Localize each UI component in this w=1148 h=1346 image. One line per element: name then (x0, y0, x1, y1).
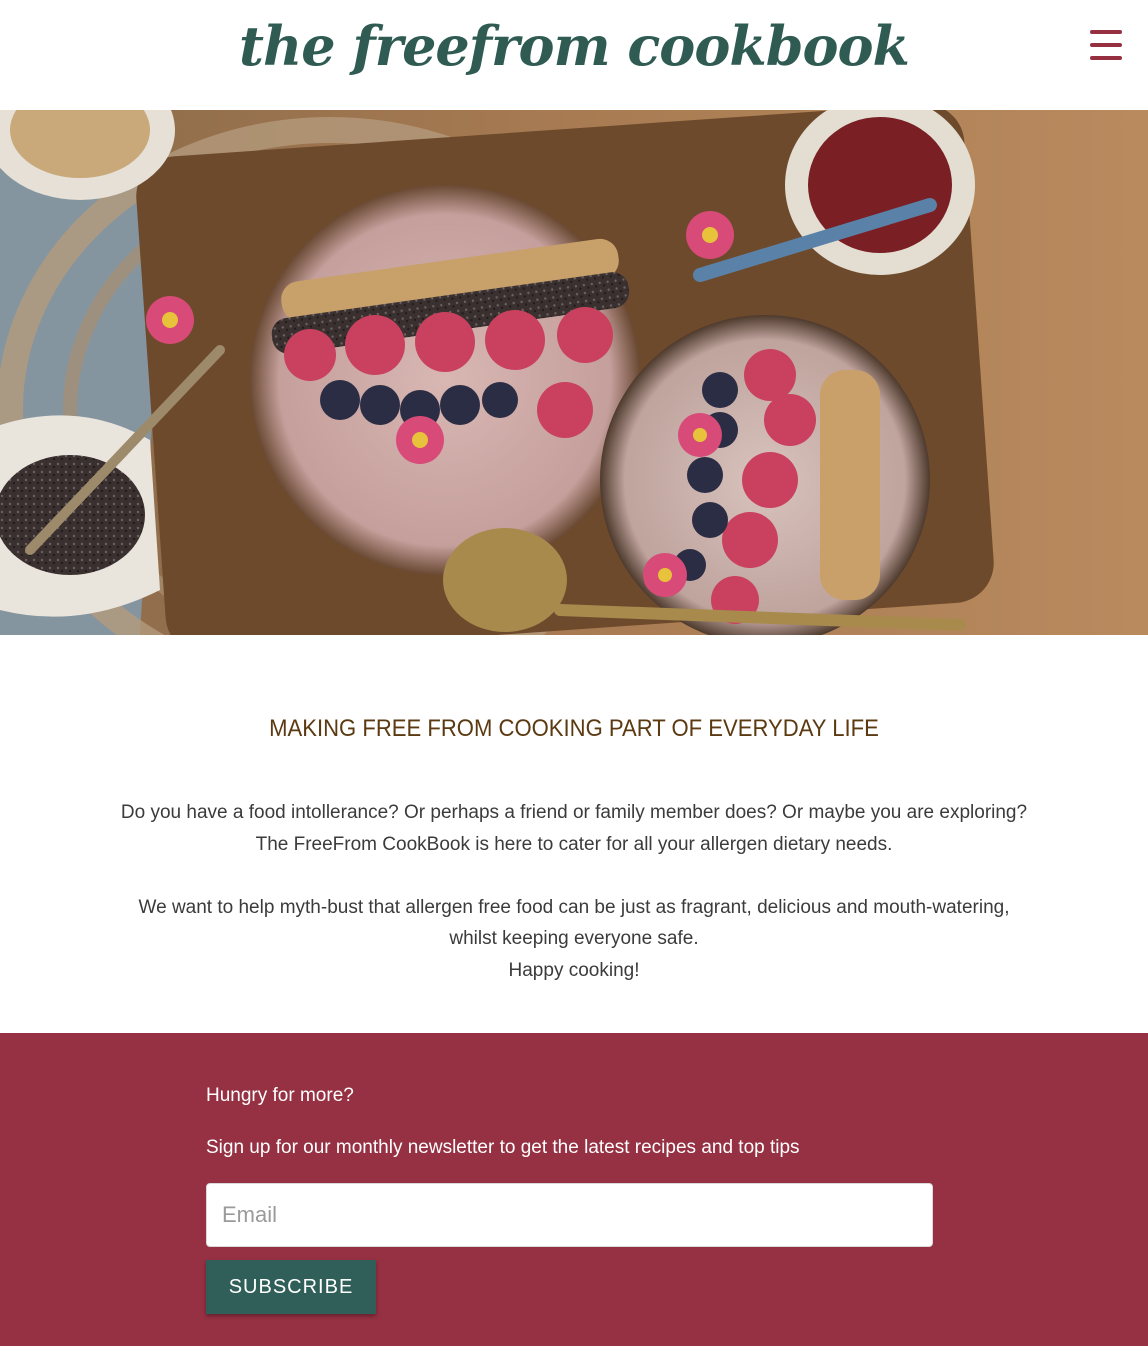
intro-heading: MAKING FREE FROM COOKING PART OF EVERYDA… (269, 715, 879, 742)
subscribe-button[interactable]: SUBSCRIBE (206, 1260, 376, 1314)
menu-bar (1090, 56, 1122, 60)
site-logo[interactable]: the freefrom cookbook (0, 14, 1148, 78)
intro-line-1: Do you have a food intollerance? Or perh… (120, 802, 1028, 823)
newsletter-section: Hungry for more? Sign up for our monthly… (0, 1033, 1148, 1346)
hero-smoothie-bowls-image (0, 110, 1148, 635)
intro-section: MAKING FREE FROM COOKING PART OF EVERYDA… (0, 635, 1148, 1033)
site-header: the freefrom cookbook (0, 0, 1148, 110)
hamburger-menu-icon[interactable] (1090, 30, 1122, 60)
menu-bar (1090, 43, 1122, 47)
newsletter-subtitle: Sign up for our monthly newsletter to ge… (206, 1137, 800, 1158)
email-input[interactable] (206, 1183, 933, 1247)
intro-line-3: We want to help myth-bust that allergen … (138, 896, 1010, 950)
intro-line-2: The FreeFrom CookBook is here to cater f… (255, 833, 893, 855)
intro-line-4: Happy cooking! (508, 959, 640, 981)
hero-image (0, 110, 1148, 635)
menu-bar (1090, 30, 1122, 34)
newsletter-title: Hungry for more? (206, 1085, 354, 1106)
newsletter-form: Hungry for more? Sign up for our monthly… (206, 1085, 933, 1314)
